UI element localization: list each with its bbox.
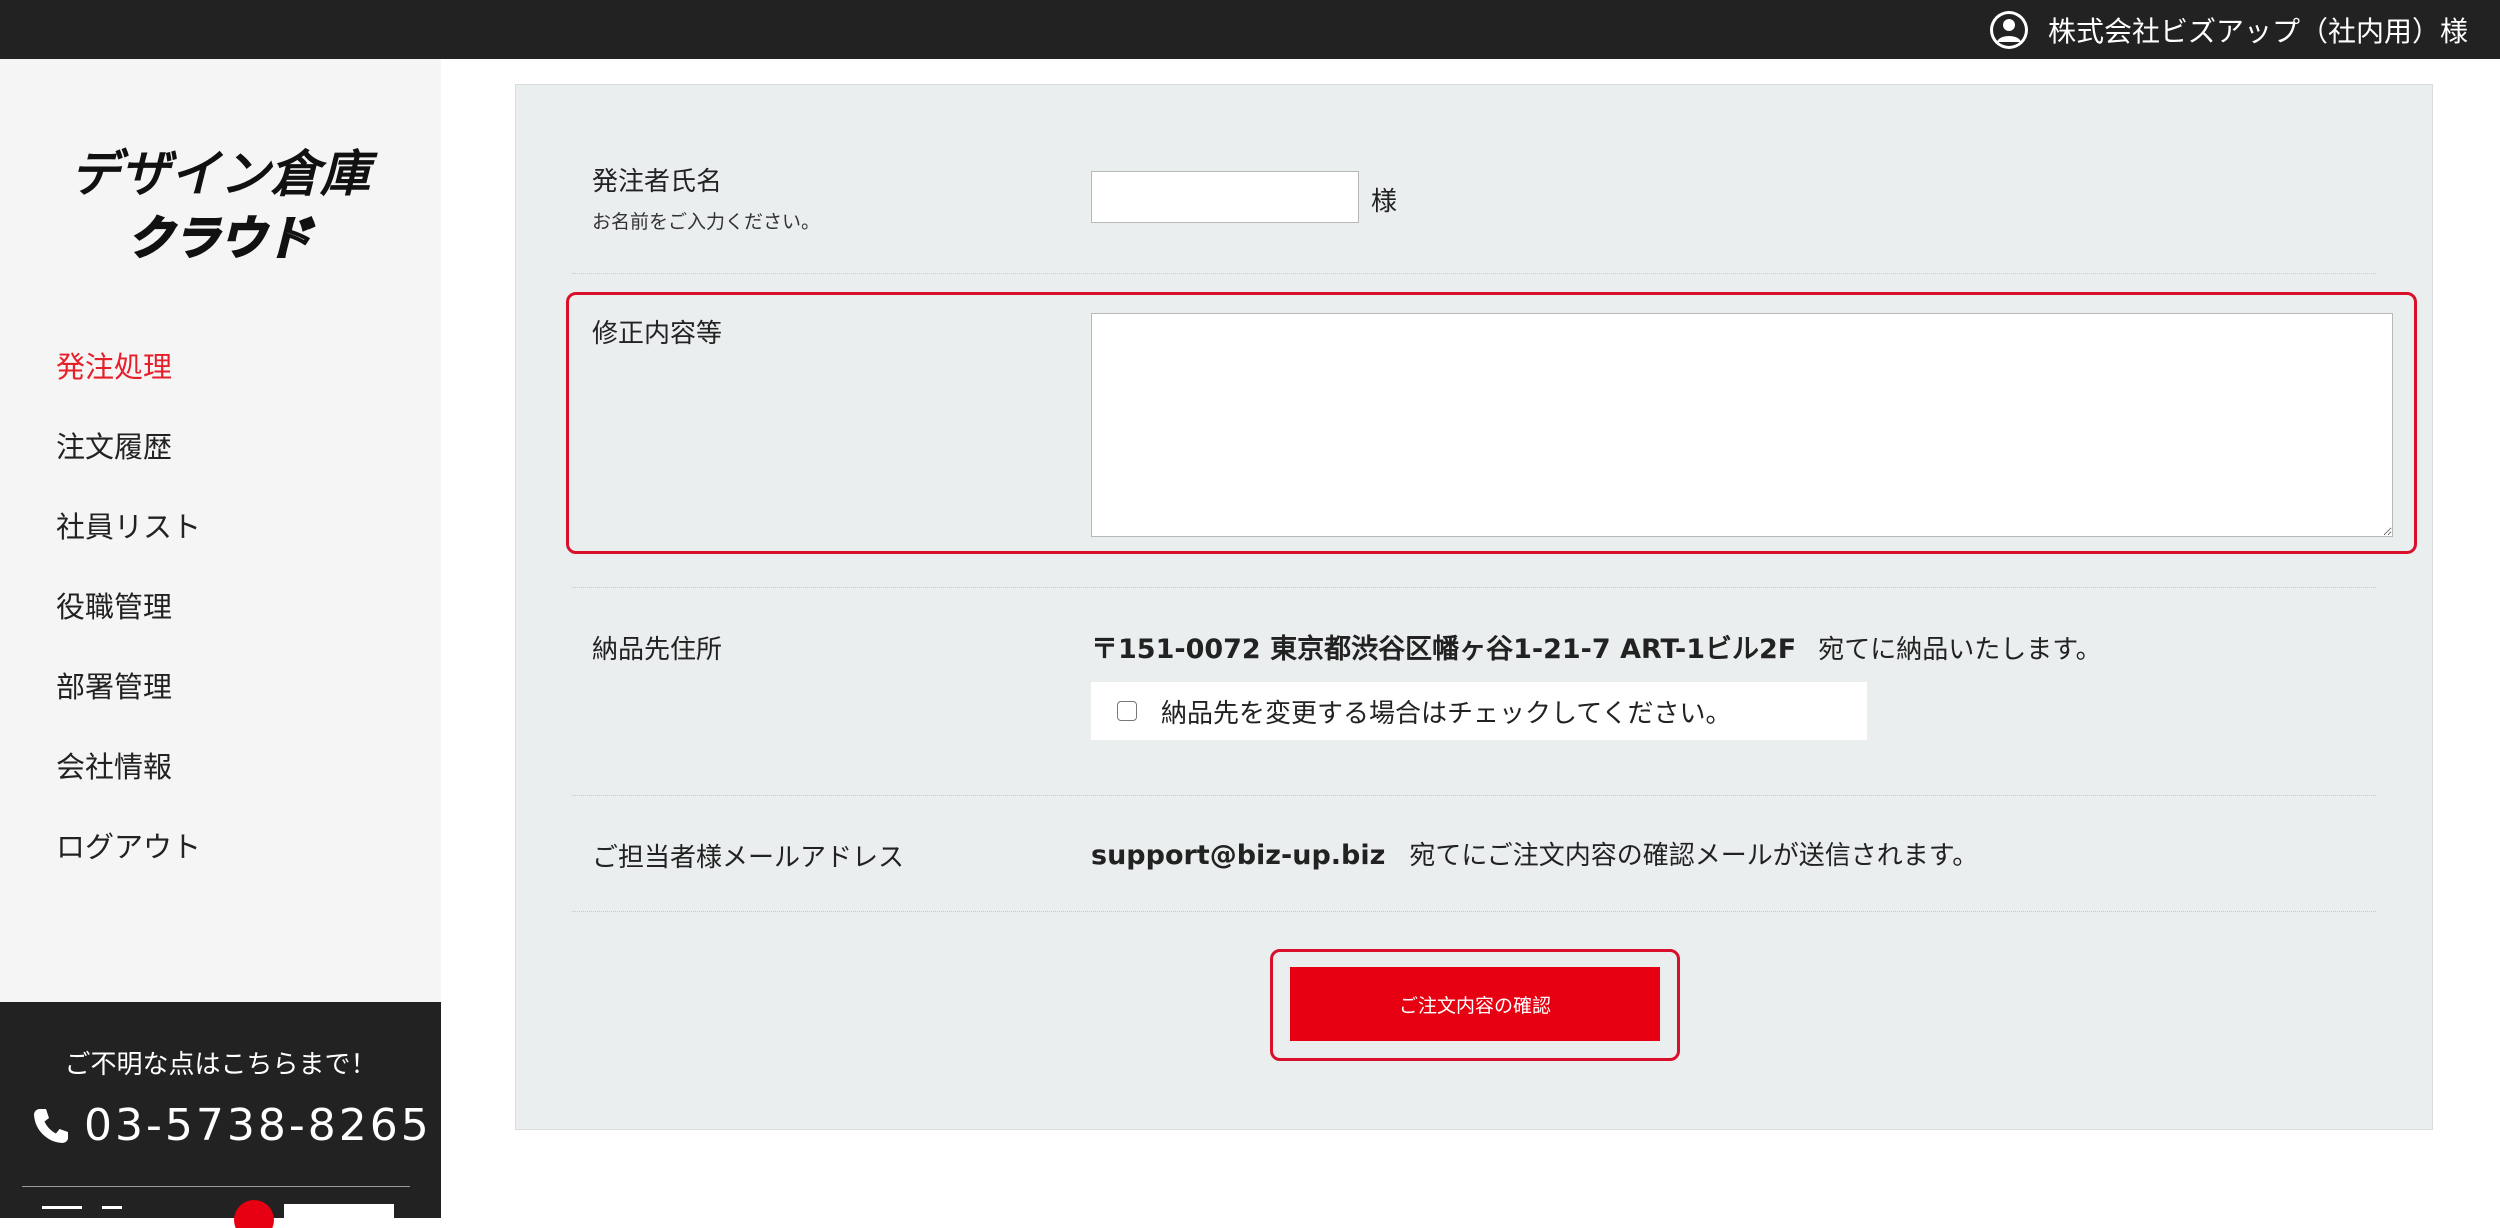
contact-phone-number: 03-5738-8265 [84,1100,432,1151]
delivery-address-value: 〒151-0072 東京都渋谷区幡ヶ谷1-21-7 ART-1ビル2F [1091,634,1797,665]
sidebar: デザイン倉庫 クラウド 発注処理 注文履歴 社員リスト 役職管理 部署管理 会社… [0,59,441,1228]
orderer-name-label: 発注者氏名 [592,167,723,197]
confirm-order-button[interactable]: ご注文内容の確認 [1290,967,1660,1041]
revision-label: 修正内容等 [592,319,723,349]
row-divider [572,795,2376,796]
email-info: support@biz-up.biz 宛てにご注文内容の確認メールが送信されます。 [1091,835,1978,872]
change-delivery-option[interactable]: 納品先を変更する場合はチェックしてください。 [1091,682,1867,740]
revision-textarea[interactable] [1091,313,2393,537]
email-address: support@biz-up.biz [1091,840,1386,871]
contact-question: ご不明な点はこちらまで！ [64,1050,377,1080]
row-divider [572,587,2376,588]
sidebar-item-employee-list[interactable]: 社員リスト [0,487,441,567]
user-name: 株式会社ビズアップ（社内用）様 [2047,14,2468,48]
sidebar-item-order-history[interactable]: 注文履歴 [0,407,441,487]
email-label: ご担当者様メールアドレス [592,843,905,873]
phone-icon [34,1108,68,1143]
sidebar-item-company-info[interactable]: 会社情報 [0,727,441,807]
top-bar: 株式会社ビズアップ（社内用）様 [0,0,2500,59]
sidebar-item-position-management[interactable]: 役職管理 [0,567,441,647]
orderer-name-input[interactable] [1091,171,1359,223]
contact-box: ご不明な点はこちらまで！ 03-5738-8265 [0,1002,441,1228]
contact-phone[interactable]: 03-5738-8265 [30,1100,432,1151]
design-souko-cloud-logo[interactable]: デザイン倉庫 クラウド [54,139,386,274]
contact-extra-icons [42,1200,394,1228]
contact-divider [22,1186,410,1187]
row-divider [572,273,2376,274]
logo-line-2: クラウド [128,211,315,265]
sidebar-item-logout[interactable]: ログアウト [0,807,441,887]
delivery-address: 〒151-0072 東京都渋谷区幡ヶ谷1-21-7 ART-1ビル2F 宛てに納品… [1091,627,2102,666]
delivery-address-label: 納品先住所 [592,635,723,665]
delivery-address-suffix: 宛てに納品いたします。 [1818,635,2102,665]
orderer-name-suffix: 様 [1371,187,1398,217]
change-delivery-checkbox[interactable] [1117,701,1137,721]
logo-line-1: デザイン倉庫 [70,145,378,203]
user-menu[interactable]: 株式会社ビズアップ（社内用）様 [1988,0,2468,59]
email-suffix: 宛てにご注文内容の確認メールが送信されます。 [1409,841,1979,871]
orderer-name-hint: お名前をご入力ください。 [592,211,821,233]
sidebar-item-order-processing[interactable]: 発注処理 [0,327,441,407]
row-divider [572,911,2376,912]
change-delivery-label[interactable]: 納品先を変更する場合はチェックしてください。 [1161,693,1731,730]
order-form-panel: 発注者氏名 お名前をご入力ください。 様 修正内容等 納品先住所 〒151-00… [515,84,2433,1130]
sidebar-nav: 発注処理 注文履歴 社員リスト 役職管理 部署管理 会社情報 ログアウト [0,327,441,887]
sidebar-item-department-management[interactable]: 部署管理 [0,647,441,727]
user-avatar-icon [1989,10,2028,49]
